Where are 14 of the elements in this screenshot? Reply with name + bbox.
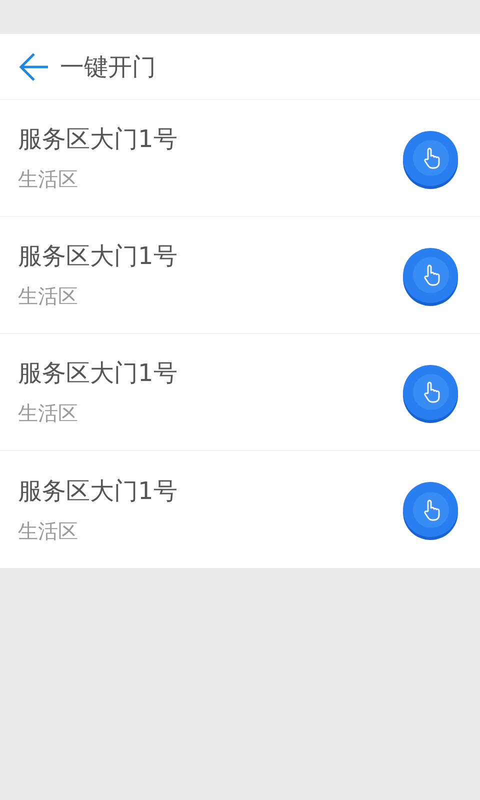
door-name: 服务区大门1号 [18,476,178,506]
area-label: 生活区 [18,400,79,427]
area-label: 生活区 [18,518,79,544]
open-door-button[interactable] [403,130,458,186]
door-name: 服务区大门1号 [18,358,178,389]
door-name: 服务区大门1号 [18,124,178,155]
back-icon[interactable] [18,50,50,82]
open-door-button[interactable] [403,248,458,302]
open-door-button[interactable] [403,364,458,420]
area-label: 生活区 [18,283,79,310]
area-label: 生活区 [18,166,79,193]
page-title: 一键开门 [60,52,156,82]
open-door-button[interactable] [403,482,458,537]
door-name: 服务区大门1号 [18,241,178,272]
